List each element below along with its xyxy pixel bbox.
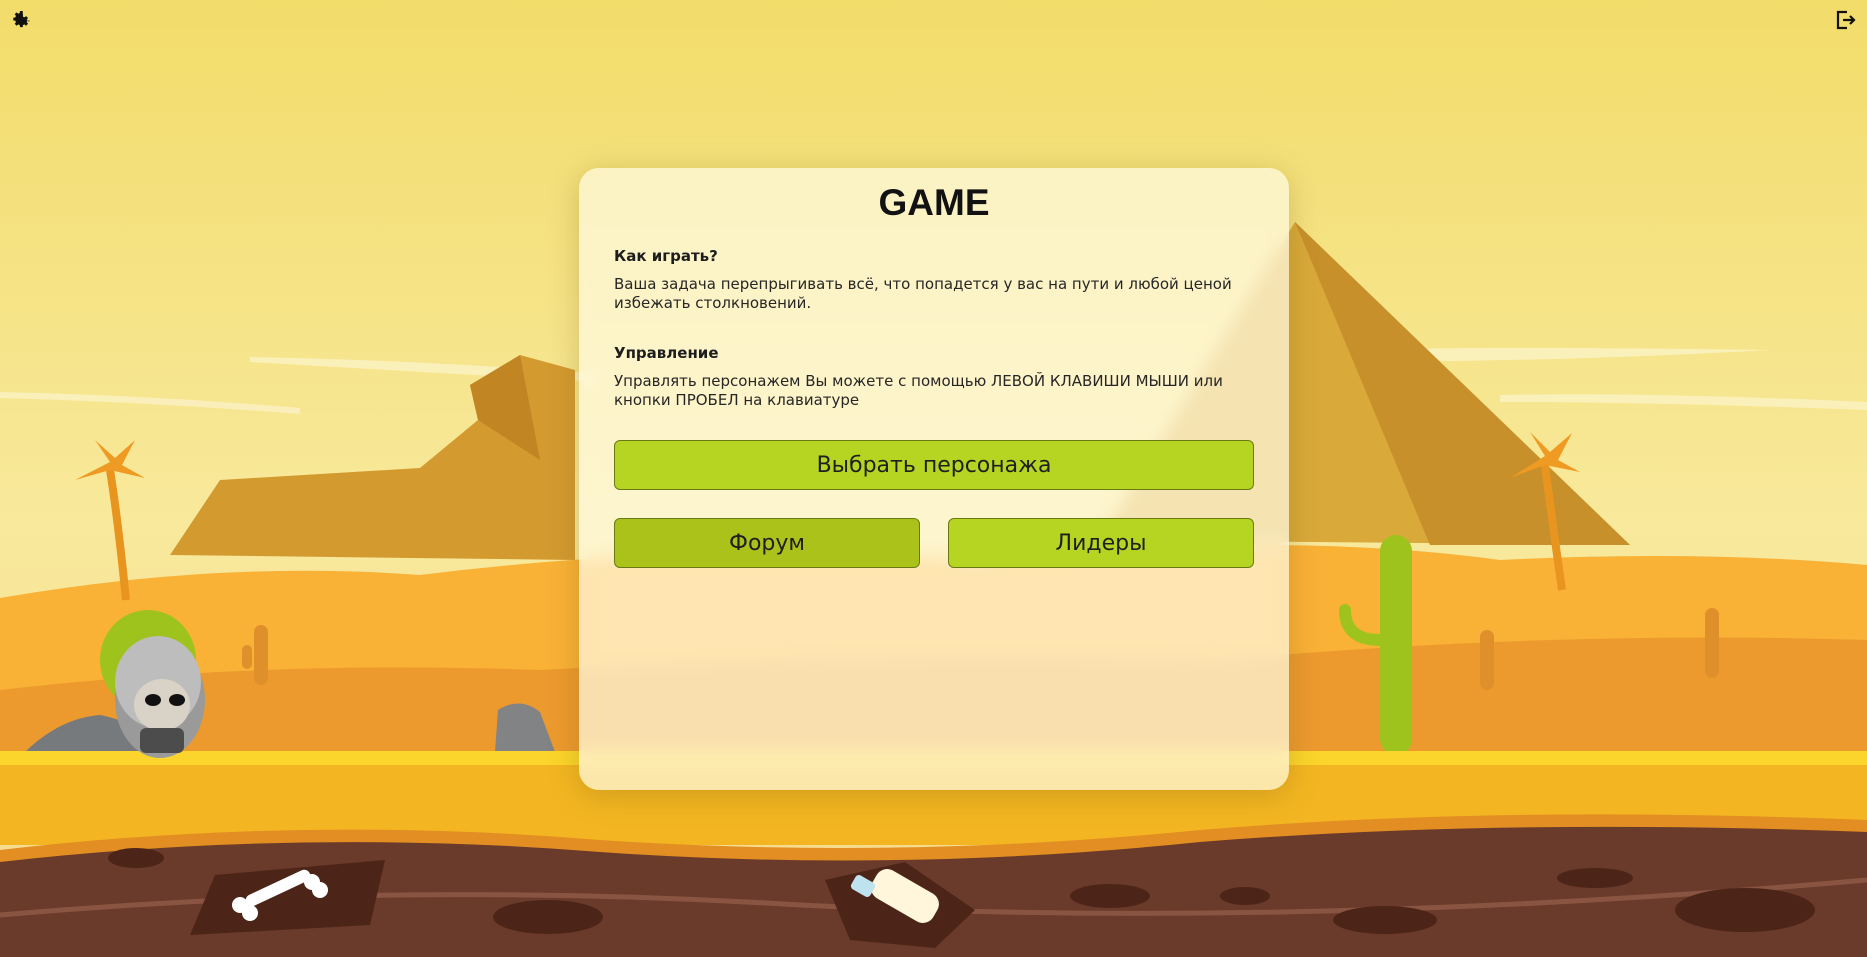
game-menu-modal: GAME Как играть? Ваша задача перепрыгива… [579,168,1289,790]
modal-title: GAME [878,182,990,223]
how-to-play-text: Ваша задача перепрыгивать всё, что попад… [614,275,1232,312]
choose-character-button[interactable]: Выбрать персонажа [614,440,1254,490]
forum-button[interactable]: Форум [614,518,920,568]
leaders-button[interactable]: Лидеры [948,518,1254,568]
logout-icon [1836,10,1856,30]
button-row: Форум Лидеры [614,518,1254,568]
controls-text: Управлять персонажем Вы можете с помощью… [614,372,1223,409]
gear-icon [13,11,30,28]
settings-button[interactable] [8,8,32,32]
logout-button[interactable] [1833,8,1857,32]
how-to-play-title: Как играть? [614,247,718,265]
controls-title: Управление [614,344,719,362]
